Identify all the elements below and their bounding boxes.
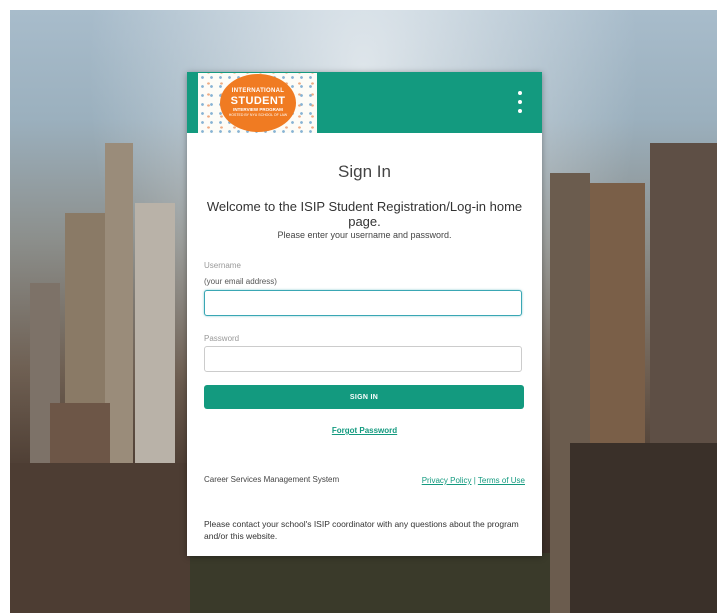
card-header: INTERNATIONAL STUDENT INTERVIEW PROGRAM … xyxy=(187,72,542,133)
forgot-password-container: Forgot Password xyxy=(187,420,542,438)
password-input[interactable] xyxy=(204,346,522,372)
sign-in-button[interactable]: SIGN IN xyxy=(204,385,524,409)
vertical-dots-icon[interactable] xyxy=(516,91,524,113)
isip-logo: INTERNATIONAL STUDENT INTERVIEW PROGRAM … xyxy=(198,73,317,133)
instructions-text: Please enter your username and password. xyxy=(277,230,452,240)
privacy-policy-link[interactable]: Privacy Policy xyxy=(422,476,472,485)
terms-of-use-link[interactable]: Terms of Use xyxy=(478,476,525,485)
logo-text-line2: STUDENT xyxy=(230,95,286,107)
username-input[interactable] xyxy=(204,290,522,316)
sign-in-card: INTERNATIONAL STUDENT INTERVIEW PROGRAM … xyxy=(187,72,542,556)
link-separator: | xyxy=(473,476,476,485)
welcome-message: Welcome to the ISIP Student Registration… xyxy=(206,199,523,229)
system-name: Career Services Management System xyxy=(204,475,340,484)
footer-links: Privacy Policy | Terms of Use xyxy=(422,476,525,485)
forgot-password-link[interactable]: Forgot Password xyxy=(332,426,397,435)
contact-message: Please contact your school's ISIP coordi… xyxy=(204,519,519,541)
logo-text-line4: HOSTED BY NYU SCHOOL OF LAW xyxy=(228,113,288,117)
username-label: Username xyxy=(204,261,241,270)
logo-text-line1: INTERNATIONAL xyxy=(231,88,285,94)
password-label: Password xyxy=(204,334,240,343)
username-hint: (your email address) xyxy=(204,277,277,286)
page-title: Sign In xyxy=(338,162,391,181)
